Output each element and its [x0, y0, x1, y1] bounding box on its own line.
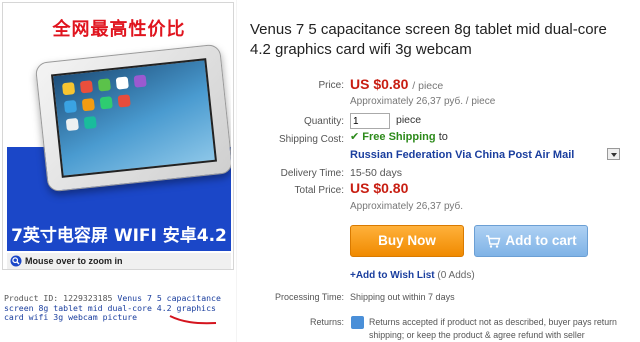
- processing-label: Processing Time:: [274, 292, 344, 302]
- total-label: Total Price:: [294, 185, 344, 196]
- checkmark-icon: ✔: [350, 131, 360, 143]
- add-to-cart-button[interactable]: Add to cart: [474, 225, 588, 257]
- zoom-hint-text: Mouse over to zoom in: [25, 256, 123, 266]
- add-to-cart-label: Add to cart: [505, 233, 577, 248]
- zoom-hint-bar[interactable]: Mouse over to zoom in: [7, 253, 231, 269]
- price-value: US $0.80 / piece: [350, 76, 443, 92]
- delivery-label: Delivery Time:: [280, 168, 344, 179]
- quantity-unit: piece: [396, 114, 422, 126]
- shipping-label: Shipping Cost:: [278, 134, 344, 145]
- free-shipping-label: Free Shipping: [362, 131, 436, 143]
- chevron-down-icon[interactable]: [607, 148, 620, 160]
- promo-headline: 全网最高性价比: [52, 19, 186, 40]
- product-image-container[interactable]: 全网最高性价比 7英寸电容屏 WIFI 安卓4.2 Mouse over to …: [2, 2, 234, 270]
- tablet-screen: [50, 58, 218, 178]
- total-approx: Approximately 26,37 руб.: [350, 201, 464, 212]
- delivery-value: 15-50 days: [350, 167, 402, 179]
- price-amount: US $0.80: [350, 76, 409, 92]
- shipping-to: to: [438, 131, 448, 143]
- return-policy-icon: [351, 316, 364, 329]
- magnifier-icon: [10, 255, 22, 267]
- column-divider: [236, 0, 237, 342]
- price-unit: / piece: [412, 80, 444, 92]
- shopping-cart-icon: [486, 235, 501, 248]
- price-label: Price:: [318, 80, 344, 91]
- wishlist-count: (0 Adds): [437, 270, 475, 281]
- product-title: Venus 7 5 capacitance screen 8g tablet m…: [250, 21, 607, 58]
- price-approx: Approximately 26,37 руб. / piece: [350, 96, 496, 107]
- quantity-input[interactable]: [350, 113, 390, 129]
- promo-subline: 7英寸电容屏 WIFI 安卓4.2: [11, 226, 227, 246]
- shipping-destination-select[interactable]: Russian Federation Via China Post Air Ma…: [350, 149, 574, 161]
- shipping-info: ✔ Free Shipping to: [350, 130, 448, 143]
- product-image[interactable]: 全网最高性价比 7英寸电容屏 WIFI 安卓4.2: [7, 7, 231, 251]
- quantity-label: Quantity:: [303, 116, 344, 127]
- processing-value: Shipping out within 7 days: [350, 292, 455, 302]
- tablet-illustration: [34, 43, 231, 193]
- returns-label: Returns:: [309, 317, 344, 327]
- total-amount: US $0.80: [350, 180, 409, 196]
- returns-text: Returns accepted if product not as descr…: [369, 317, 617, 340]
- buy-now-button[interactable]: Buy Now: [350, 225, 464, 257]
- wishlist-row: +Add to Wish List (0 Adds): [350, 270, 475, 281]
- product-id-label: Product ID: 1229323185: [4, 293, 113, 303]
- add-to-wishlist-link[interactable]: +Add to Wish List: [350, 270, 435, 281]
- annotation-underline: [169, 315, 217, 325]
